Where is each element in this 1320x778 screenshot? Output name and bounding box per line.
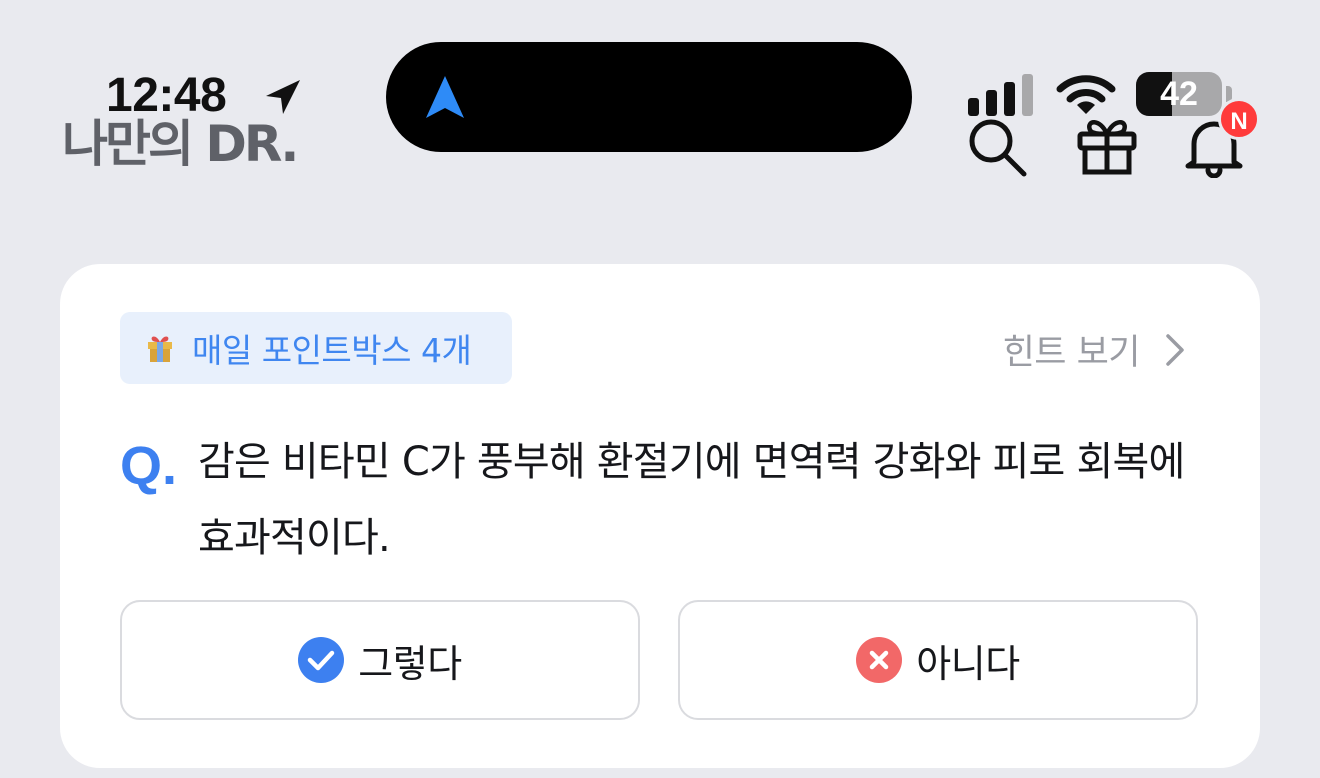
gift-icon[interactable] <box>1076 114 1138 176</box>
battery-icon: 42 <box>1136 72 1222 116</box>
answer-yes-button[interactable]: 그렇다 <box>120 600 640 720</box>
battery-level: 42 <box>1160 75 1198 113</box>
navigation-icon <box>426 76 464 118</box>
check-circle-icon <box>298 637 345 683</box>
answer-no-button[interactable]: 아니다 <box>678 600 1198 720</box>
gift-emoji-icon <box>148 336 172 362</box>
location-arrow-icon <box>266 80 300 114</box>
chevron-right-icon <box>1166 333 1184 366</box>
app-screen: 12:48 42 나만의 DR. N 매일 포인트박스 4개 힌트 보기 Q. … <box>0 0 1320 778</box>
hint-link[interactable]: 힌트 보기 <box>1003 324 1186 375</box>
answer-yes-label: 그렇다 <box>358 641 462 686</box>
dynamic-island <box>386 42 912 152</box>
question-text: 감은 비타민 C가 풍부해 환절기에 면역력 강화와 피로 회복에 효과적이다. <box>198 439 1185 561</box>
daily-reward-pill: 매일 포인트박스 4개 <box>120 312 512 384</box>
x-circle-icon <box>856 637 903 683</box>
notification-badge: N <box>1218 98 1260 140</box>
signal-icon <box>968 74 1033 116</box>
daily-reward-label: 매일 포인트박스 4개 <box>192 331 472 370</box>
app-logo: 나만의 DR. <box>62 115 299 173</box>
wifi-icon <box>1056 75 1116 114</box>
hint-label: 힌트 보기 <box>1002 333 1141 373</box>
search-icon[interactable] <box>966 116 1028 178</box>
question-prefix: Q. <box>120 436 178 496</box>
answer-no-label: 아니다 <box>916 641 1020 686</box>
quiz-card: 매일 포인트박스 4개 힌트 보기 Q. 감은 비타민 C가 풍부해 환절기에 … <box>60 264 1260 768</box>
